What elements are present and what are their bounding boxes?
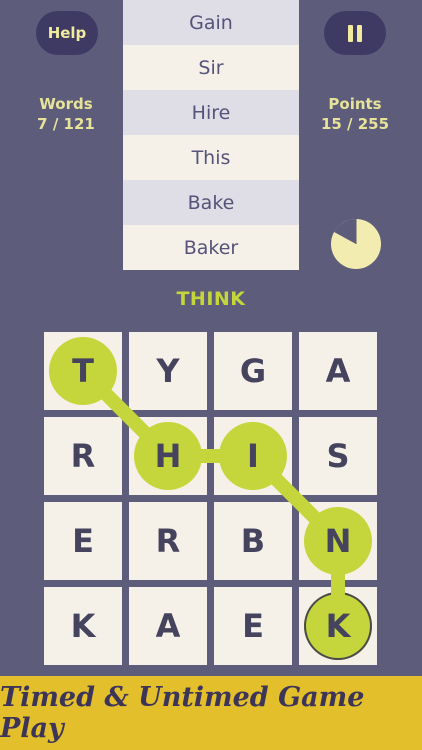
found-word: Baker — [123, 225, 299, 270]
letter-tile-g[interactable]: G — [214, 332, 292, 410]
letter-tile-n[interactable]: N — [299, 502, 377, 580]
found-word: This — [123, 135, 299, 180]
letter-tile-k[interactable]: K — [299, 587, 377, 665]
letter-tile-k[interactable]: K — [44, 587, 122, 665]
tile-letter: B — [240, 522, 266, 560]
help-label: Help — [47, 24, 87, 42]
found-word-list: Gain Sir Hire This Bake Baker — [123, 0, 299, 270]
timer-icon — [331, 219, 381, 269]
tile-letter: K — [70, 607, 96, 645]
help-button[interactable]: Help — [36, 11, 98, 55]
letter-tile-y[interactable]: Y — [129, 332, 207, 410]
tile-letter: A — [155, 607, 181, 645]
letter-grid: T Y G A R H I S E R B N K A E K — [44, 332, 380, 668]
found-word: Hire — [123, 90, 299, 135]
tile-letter: I — [247, 437, 259, 475]
letter-tile-a[interactable]: A — [129, 587, 207, 665]
promo-banner: Timed & Untimed Game Play — [0, 676, 422, 750]
letter-tile-e[interactable]: E — [214, 587, 292, 665]
letter-tile-r[interactable]: R — [129, 502, 207, 580]
tile-letter: H — [154, 437, 182, 475]
tile-letter: K — [325, 607, 351, 645]
found-word: Bake — [123, 180, 299, 225]
points-label: Points — [328, 95, 382, 113]
points-value: 15 / 255 — [320, 115, 390, 133]
words-value: 7 / 121 — [37, 115, 95, 133]
letter-tile-h[interactable]: H — [129, 417, 207, 495]
found-word: Gain — [123, 0, 299, 45]
found-word: Sir — [123, 45, 299, 90]
tile-letter: Y — [156, 352, 180, 390]
words-stat: Words 7 / 121 — [16, 94, 116, 134]
letter-tile-t[interactable]: T — [44, 332, 122, 410]
points-stat: Points 15 / 255 — [305, 94, 405, 134]
letter-tile-i[interactable]: I — [214, 417, 292, 495]
letter-tile-r[interactable]: R — [44, 417, 122, 495]
tile-letter: G — [239, 352, 267, 390]
promo-text: Timed & Untimed Game Play — [0, 682, 365, 744]
tile-letter: A — [325, 352, 351, 390]
tile-letter: E — [72, 522, 94, 560]
letter-tile-a[interactable]: A — [299, 332, 377, 410]
letter-tile-e[interactable]: E — [44, 502, 122, 580]
pause-icon — [348, 24, 362, 42]
tile-letter: R — [70, 437, 96, 475]
tile-letter: R — [155, 522, 181, 560]
tile-letter: T — [72, 352, 94, 390]
letter-tile-b[interactable]: B — [214, 502, 292, 580]
pause-button[interactable] — [324, 11, 386, 55]
tile-letter: N — [324, 522, 352, 560]
letter-tile-s[interactable]: S — [299, 417, 377, 495]
current-word: THINK — [176, 288, 246, 310]
tile-letter: S — [326, 437, 350, 475]
words-label: Words — [39, 95, 93, 113]
tile-letter: E — [242, 607, 264, 645]
